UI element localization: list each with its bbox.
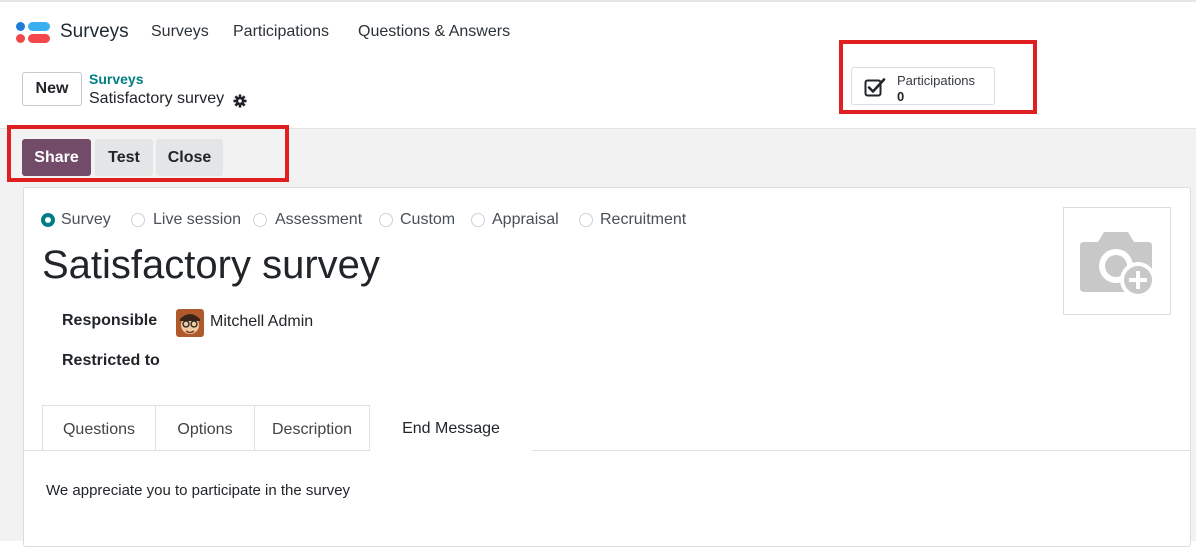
radio-label-custom[interactable]: Custom — [400, 211, 455, 229]
image-upload[interactable] — [1063, 207, 1171, 315]
new-button[interactable]: New — [22, 72, 82, 106]
stat-label: Participations — [897, 73, 976, 88]
close-button[interactable]: Close — [156, 139, 223, 176]
responsible-user-link[interactable]: Mitchell Admin — [210, 313, 313, 331]
participations-stat-button[interactable]: Participations 0 — [851, 67, 995, 105]
radio-live-session[interactable] — [131, 213, 145, 227]
top-border — [0, 0, 1196, 2]
tab-end-message[interactable]: End Message — [370, 405, 532, 451]
survey-title-field[interactable]: Satisfactory survey — [42, 243, 380, 288]
radio-label-survey[interactable]: Survey — [61, 211, 111, 229]
breadcrumb-current: Satisfactory survey — [89, 90, 225, 107]
tab-options[interactable]: Options — [155, 405, 255, 450]
radio-recruitment[interactable] — [579, 213, 593, 227]
radio-label-recruitment[interactable]: Recruitment — [600, 211, 686, 229]
gear-icon[interactable] — [233, 94, 247, 108]
radio-label-appraisal[interactable]: Appraisal — [492, 211, 559, 229]
tab-description[interactable]: Description — [254, 405, 370, 450]
app-logo-icon[interactable] — [16, 22, 52, 44]
radio-label-assessment[interactable]: Assessment — [275, 211, 362, 229]
breadcrumb-surveys[interactable]: Surveys — [89, 71, 143, 87]
avatar — [176, 309, 204, 337]
share-button[interactable]: Share — [22, 139, 91, 176]
radio-assessment[interactable] — [253, 213, 267, 227]
menu-participations[interactable]: Participations — [233, 23, 329, 41]
navbar: Surveys Surveys Participations Questions… — [0, 14, 1196, 50]
camera-plus-icon — [1080, 232, 1156, 298]
stat-value: 0 — [897, 89, 905, 104]
radio-appraisal[interactable] — [471, 213, 485, 227]
tab-questions[interactable]: Questions — [42, 405, 156, 450]
radio-label-live-session[interactable]: Live session — [153, 211, 241, 229]
app-name[interactable]: Surveys — [60, 21, 129, 43]
menu-questions-answers[interactable]: Questions & Answers — [358, 23, 510, 41]
responsible-label: Responsible — [62, 312, 158, 329]
radio-custom[interactable] — [379, 213, 393, 227]
restricted-to-label: Restricted to — [62, 352, 160, 369]
radio-survey[interactable] — [41, 213, 55, 227]
menu-surveys[interactable]: Surveys — [151, 23, 209, 41]
end-message-content[interactable]: We appreciate you to participate in the … — [46, 482, 350, 499]
test-button[interactable]: Test — [95, 139, 153, 176]
checkbox-check-icon — [864, 78, 886, 97]
